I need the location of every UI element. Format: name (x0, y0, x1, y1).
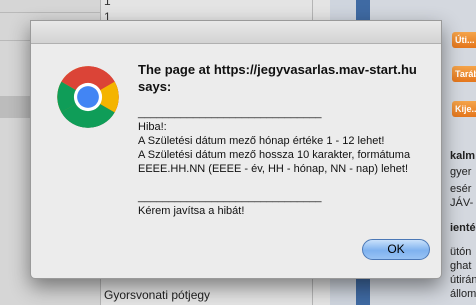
background-side-text: ütón (450, 246, 472, 258)
dialog-titlebar[interactable] (31, 21, 441, 44)
background-side-button[interactable]: Kije... (452, 101, 476, 117)
dialog-message: ______________________________ Hiba!: A … (138, 107, 411, 217)
background-side-text: esér (450, 183, 472, 195)
background-side-text: útirány (450, 274, 476, 286)
background-side-text: gyer (450, 166, 472, 178)
background-side-button[interactable]: Úti... (452, 32, 476, 48)
chrome-logo-icon (57, 66, 119, 128)
background-side-text: kalm (450, 150, 476, 162)
background-row-label: Gyorsvonati pótjegy (104, 288, 211, 302)
dialog-title: The page at https://jegyvasarlas.mav-sta… (138, 62, 417, 94)
background-side-text: JÁV- (450, 197, 474, 209)
background-grid-line (0, 12, 100, 13)
background-side-text: ienté (450, 222, 476, 234)
alert-dialog: The page at https://jegyvasarlas.mav-sta… (30, 20, 442, 279)
background-side-button[interactable]: Tarábl... (452, 66, 476, 82)
background-side-text: állomá (450, 288, 476, 300)
background-side-text: ghat (450, 260, 472, 272)
ok-button[interactable]: OK (362, 239, 430, 260)
background-number: 1 (104, 0, 111, 8)
